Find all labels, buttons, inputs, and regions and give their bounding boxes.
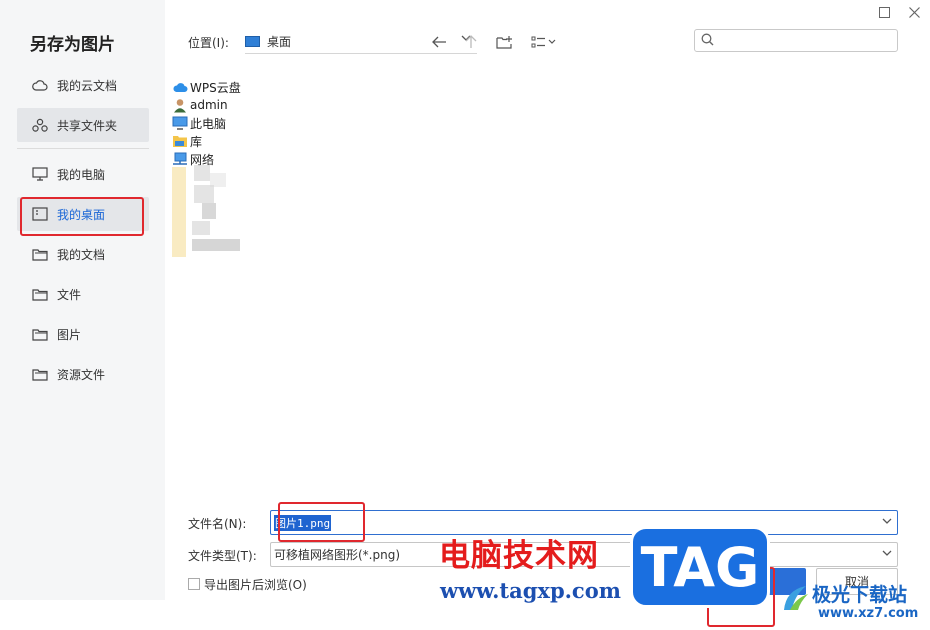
monitor-icon <box>31 167 49 181</box>
sidebar-item-label: 我的文档 <box>57 247 106 262</box>
window-controls <box>876 4 922 20</box>
watermark-site-en: www.xz7.com <box>818 606 919 621</box>
sidebar-item-label: 资源文件 <box>57 367 106 382</box>
sidebar-item-label: 共享文件夹 <box>57 118 118 133</box>
folder-icon <box>31 367 49 381</box>
list-item[interactable]: WPS云盘 <box>172 78 241 96</box>
list-item[interactable]: 库 <box>172 132 241 150</box>
watermark-site-cn: 极光下载站 <box>812 584 908 606</box>
sidebar-item-resources[interactable]: 资源文件 <box>17 357 149 391</box>
sidebar-item-label: 我的电脑 <box>57 167 106 182</box>
sidebar-item-my-documents[interactable]: 我的文档 <box>17 237 149 271</box>
watermark-site: 极光下载站 www.xz7.com <box>778 578 928 628</box>
file-name: 库 <box>190 134 203 149</box>
view-mode-button[interactable] <box>528 32 560 52</box>
file-name: admin <box>190 98 228 112</box>
up-button[interactable] <box>461 32 481 52</box>
file-name: WPS云盘 <box>190 80 241 95</box>
checkbox-label: 导出图片后浏览(O) <box>204 578 307 592</box>
sidebar-item-label: 文件 <box>57 287 82 302</box>
highlight-box-desktop <box>20 197 144 236</box>
list-item[interactable]: 此电脑 <box>172 114 241 132</box>
computer-icon <box>172 116 188 130</box>
sidebar-divider <box>17 148 149 149</box>
filetype-value: 可移植网络图形(*.png) <box>274 548 401 562</box>
folder-icon <box>31 287 49 301</box>
sidebar-item-shared-folder[interactable]: 共享文件夹 <box>17 108 149 142</box>
watermark-url: www.tagxp.com <box>440 578 621 603</box>
chevron-down-icon[interactable] <box>882 517 892 528</box>
share-icon <box>31 118 49 132</box>
back-button[interactable] <box>429 32 449 52</box>
cloud-drive-icon <box>172 80 188 94</box>
search-box[interactable] <box>694 29 898 52</box>
folder-icon <box>31 247 49 261</box>
filename-label: 文件名(N): <box>188 517 247 531</box>
location-value: 桌面 <box>267 35 292 49</box>
toolbar: 位置(I): 桌面 <box>188 29 898 54</box>
sidebar: 另存为图片 我的云文档 共享文件夹 我的电脑 我的桌面 我的文档 文件 图片 资… <box>0 0 165 600</box>
watermark-text: 电脑技术网 <box>439 538 599 574</box>
filetype-label: 文件类型(T): <box>188 549 257 563</box>
search-input[interactable] <box>718 31 888 50</box>
blurred-items <box>172 165 252 260</box>
dialog-title: 另存为图片 <box>30 35 115 55</box>
cloud-icon <box>31 79 49 91</box>
new-folder-button[interactable] <box>494 32 514 52</box>
chevron-down-icon <box>882 549 892 560</box>
user-icon <box>172 98 188 112</box>
sidebar-item-files[interactable]: 文件 <box>17 277 149 311</box>
sidebar-item-label: 我的云文档 <box>57 78 118 93</box>
sidebar-item-cloud-docs[interactable]: 我的云文档 <box>17 68 149 102</box>
list-item[interactable]: admin <box>172 96 241 114</box>
network-icon <box>172 152 188 166</box>
maximize-icon[interactable] <box>876 4 892 20</box>
watermark-tag-logo: TAG <box>630 526 770 608</box>
close-icon[interactable] <box>906 4 922 20</box>
sidebar-item-label: 图片 <box>57 327 82 342</box>
location-label: 位置(I): <box>188 36 229 50</box>
file-list: WPS云盘 admin 此电脑 库 网络 <box>172 78 241 168</box>
desktop-icon <box>245 36 260 47</box>
search-icon <box>701 33 714 49</box>
open-after-export-checkbox[interactable] <box>188 578 200 590</box>
folder-icon <box>31 327 49 341</box>
sidebar-item-my-computer[interactable]: 我的电脑 <box>17 157 149 191</box>
library-icon <box>172 134 188 148</box>
sidebar-item-pictures[interactable]: 图片 <box>17 317 149 351</box>
aurora-logo-icon <box>780 582 810 614</box>
highlight-box-filename <box>278 502 365 542</box>
file-name: 此电脑 <box>190 116 227 131</box>
